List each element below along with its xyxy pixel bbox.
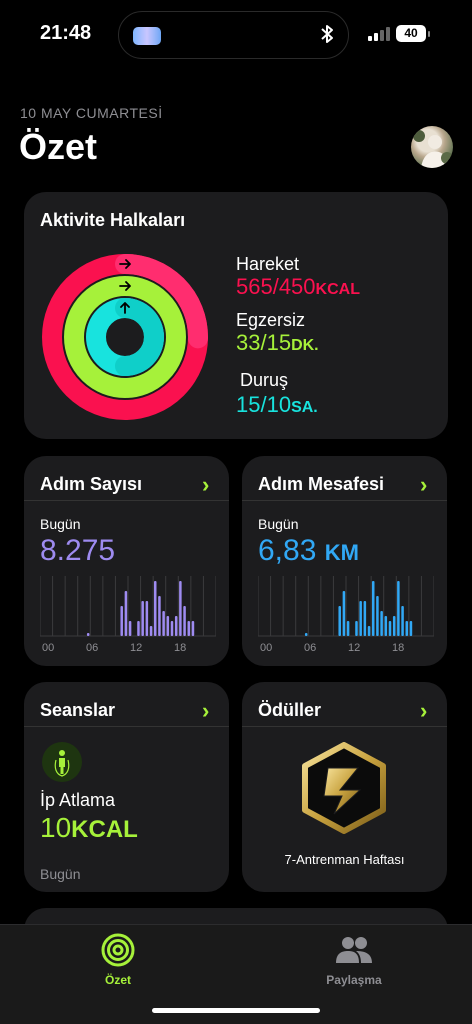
sessions-card[interactable]: Seanslar › İp Atlama 10KCAL Bugün [24,682,229,892]
stand-label: Duruş [240,370,289,390]
chart-bar [380,611,383,636]
awards-chevron-icon[interactable]: › [420,698,427,724]
steps-chevron-icon[interactable]: › [202,472,209,498]
chart-bar [363,601,367,636]
page-title: Özet [19,126,98,167]
steps-value: 8.275 [40,534,116,567]
battery-tip [428,31,430,37]
exercise-label: Egzersiz [236,310,306,330]
chart-bar [371,581,375,636]
chart-bar [128,621,132,636]
steps-title: Adım Sayısı [40,474,143,494]
jump-rope-icon [42,742,82,782]
tab-sharing[interactable]: Paylaşma [318,933,390,987]
chart-bar [149,626,153,636]
move-label: Hareket [236,254,300,274]
header-date: 10 MAY CUMARTESİ [20,105,163,121]
chart-bar [179,581,182,636]
chart-bar [401,606,404,636]
chart-bar [86,633,90,636]
sessions-chevron-icon[interactable]: › [202,698,209,724]
chart-bar [187,621,191,636]
steps-day-label: Bugün [40,516,81,532]
chart-bar [166,616,170,636]
steps-divider [24,500,229,501]
awards-divider [242,726,447,727]
chart-tick-label: 06 [86,642,98,654]
session-workout-name: İp Atlama [40,790,116,810]
chart-bar [124,591,128,636]
chart-bar [409,621,413,636]
award-name: 7-Antrenman Haftası [284,852,405,867]
session-value: 10KCAL [40,812,138,843]
chart-tick-label: 12 [130,642,142,654]
distance-title: Adım Mesafesi [258,474,385,494]
stand-value: 15/10SA. [236,392,318,417]
chart-bar [342,591,346,636]
chart-bar [359,601,362,636]
chart-bar [170,621,174,636]
status-time: 21:48 [40,22,92,44]
chart-bar [355,621,358,636]
chart-bar [304,633,308,636]
activity-rings-card[interactable]: Aktivite Halkaları Hareket 565/450KCAL E… [24,192,448,439]
cellular-signal-icon [368,27,390,41]
activity-rings-chart [42,254,208,420]
chart-bar [191,621,195,636]
tab-sharing-label: Paylaşma [326,973,382,987]
steps-chart: 00 06 12 18 [40,576,216,654]
chart-tick-label: 00 [42,642,54,654]
status-bar: 21:48 40 [0,0,472,70]
chart-tick-label: 12 [348,642,360,654]
move-value: 565/450KCAL [236,274,360,299]
chart-bar [183,606,186,636]
profile-avatar[interactable] [411,126,453,168]
session-day-label: Bugün [40,866,81,882]
steps-card[interactable]: Adım Sayısı › Bugün 8.275 00 06 12 18 [24,456,229,666]
chart-bar [158,596,161,636]
now-playing-icon [133,27,161,45]
sessions-divider [24,726,229,727]
chart-tick-label: 18 [392,642,404,654]
distance-chart: 00 06 12 18 [258,576,434,654]
home-indicator[interactable] [152,1008,320,1013]
awards-card[interactable]: Ödüller › 7-Antrenman Haftası [242,682,447,892]
chart-bar [346,621,350,636]
chart-tick-label: 06 [304,642,316,654]
chart-bar [120,606,123,636]
activity-rings-title: Aktivite Halkaları [40,210,186,230]
distance-card[interactable]: Adım Mesafesi › Bugün 6,83 KM 00 06 12 18 [242,456,447,666]
distance-value: 6,83 KM [258,534,359,567]
chart-bar [388,621,392,636]
tab-summary[interactable]: Özet [88,933,148,987]
awards-title: Ödüller [258,700,322,720]
distance-chevron-icon[interactable]: › [420,472,427,498]
battery-icon: 40 [396,25,426,42]
chart-bar [384,616,388,636]
chart-bar [405,621,409,636]
sessions-title: Seanslar [40,700,116,720]
tab-summary-label: Özet [104,973,131,987]
chart-bar [174,616,178,636]
bluetooth-icon [320,24,334,49]
chart-bar [137,621,140,636]
chart-bar [153,581,157,636]
chart-bar [145,601,149,636]
exercise-value: 33/15DK. [236,330,319,355]
chart-bar [141,601,144,636]
chart-bar [367,626,371,636]
chart-tick-label: 00 [260,642,272,654]
distance-day-label: Bugün [258,516,299,532]
chart-bar [376,596,379,636]
chart-bar [397,581,400,636]
award-badge-icon [302,742,386,834]
sharing-people-icon [336,937,372,963]
dynamic-island[interactable] [118,11,349,59]
chart-bar [392,616,396,636]
chart-bar [338,606,341,636]
chart-bar [162,611,165,636]
distance-divider [242,500,447,501]
chart-tick-label: 18 [174,642,186,654]
summary-tab-icon [101,933,135,967]
